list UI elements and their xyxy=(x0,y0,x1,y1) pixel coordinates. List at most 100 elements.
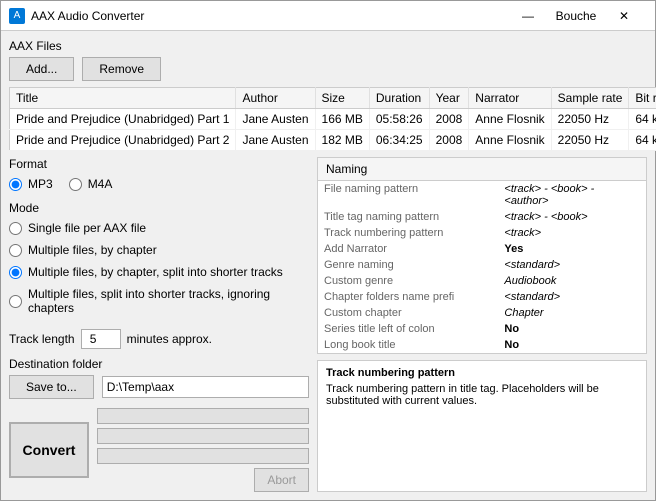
naming-field-value: <track> - <book> xyxy=(498,209,646,225)
naming-field-value: No xyxy=(498,321,646,337)
table-cell: 64 kb/s xyxy=(629,109,656,130)
remove-button[interactable]: Remove xyxy=(82,57,161,81)
naming-field-name: Series title left of colon xyxy=(318,321,498,337)
mode-label-2: Multiple files, by chapter, split into s… xyxy=(28,265,283,279)
naming-row: Chapter folders name prefi<standard> xyxy=(318,289,646,305)
destination-label: Destination folder xyxy=(9,357,309,371)
minimize-button[interactable]: — xyxy=(505,1,551,31)
table-cell: 2008 xyxy=(429,109,469,130)
progress-bar-1 xyxy=(97,408,309,424)
window-controls: — Bouche ✕ xyxy=(505,1,647,31)
track-length-section: Track length minutes approx. xyxy=(9,325,309,349)
format-m4a-radio[interactable] xyxy=(69,178,82,191)
naming-field-name: Chapter folders name prefi xyxy=(318,289,498,305)
naming-row: Title tag naming pattern<track> - <book> xyxy=(318,209,646,225)
table-row[interactable]: Pride and Prejudice (Unabridged) Part 1J… xyxy=(10,109,656,130)
naming-field-name: Custom genre xyxy=(318,273,498,289)
table-cell: 05:58:26 xyxy=(369,109,429,130)
destination-path-input[interactable] xyxy=(102,376,309,398)
track-length-label: Track length xyxy=(9,332,75,346)
col-author: Author xyxy=(236,88,315,109)
col-title: Title xyxy=(10,88,236,109)
aax-files-section: AAX Files Add... Remove Title Author Siz… xyxy=(9,39,647,151)
table-cell: Anne Flosnik xyxy=(469,130,551,151)
mode-by-chapter-split[interactable]: Multiple files, by chapter, split into s… xyxy=(9,265,309,279)
naming-row: Long book titleNo xyxy=(318,337,646,353)
format-radios: MP3 M4A xyxy=(9,175,309,193)
table-cell: 64 kb/s xyxy=(629,130,656,151)
naming-table: File naming pattern<track> - <book> - <a… xyxy=(318,181,646,353)
naming-row: Series title left of colonNo xyxy=(318,321,646,337)
naming-row: Genre naming<standard> xyxy=(318,257,646,273)
main-content: AAX Files Add... Remove Title Author Siz… xyxy=(1,31,655,500)
mode-label-3: Multiple files, split into shorter track… xyxy=(28,287,309,315)
mode-radio-1[interactable] xyxy=(9,244,22,257)
track-length-row: Track length minutes approx. xyxy=(9,329,309,349)
mode-label-0: Single file per AAX file xyxy=(28,221,146,235)
mode-single-file[interactable]: Single file per AAX file xyxy=(9,221,309,235)
save-to-button[interactable]: Save to... xyxy=(9,375,94,399)
naming-desc-text: Track numbering pattern in title tag. Pl… xyxy=(326,383,638,407)
format-m4a-label: M4A xyxy=(88,177,113,191)
naming-row: Track numbering pattern<track> xyxy=(318,225,646,241)
convert-button[interactable]: Convert xyxy=(9,422,89,478)
table-cell: Jane Austen xyxy=(236,130,315,151)
restore-button[interactable]: Bouche xyxy=(553,1,599,31)
format-mp3-label: MP3 xyxy=(28,177,53,191)
table-cell: Pride and Prejudice (Unabridged) Part 2 xyxy=(10,130,236,151)
mode-by-chapter[interactable]: Multiple files, by chapter xyxy=(9,243,309,257)
mode-label-1: Multiple files, by chapter xyxy=(28,243,157,257)
table-cell: 182 MB xyxy=(315,130,369,151)
naming-field-name: Add Narrator xyxy=(318,241,498,257)
format-mp3-option[interactable]: MP3 xyxy=(9,177,53,191)
naming-field-name: File naming pattern xyxy=(318,181,498,209)
table-cell: 06:34:25 xyxy=(369,130,429,151)
format-mp3-radio[interactable] xyxy=(9,178,22,191)
naming-description: Track numbering pattern Track numbering … xyxy=(317,360,647,492)
naming-field-name: Custom chapter xyxy=(318,305,498,321)
bottom-section: Format MP3 M4A Mode xyxy=(9,157,647,492)
mode-options: Single file per AAX file Multiple files,… xyxy=(9,219,309,317)
abort-button[interactable]: Abort xyxy=(254,468,309,492)
right-panel: Naming File naming pattern<track> - <boo… xyxy=(317,157,647,492)
table-cell: 166 MB xyxy=(315,109,369,130)
naming-field-value: <track> - <book> - <author> xyxy=(498,181,646,209)
table-cell: 22050 Hz xyxy=(551,109,629,130)
format-section: Format MP3 M4A xyxy=(9,157,309,193)
mode-radio-2[interactable] xyxy=(9,266,22,279)
col-sample-rate: Sample rate xyxy=(551,88,629,109)
main-window: A AAX Audio Converter — Bouche ✕ AAX Fil… xyxy=(0,0,656,501)
naming-row: Add NarratorYes xyxy=(318,241,646,257)
progress-bar-2 xyxy=(97,428,309,444)
naming-field-value: Chapter xyxy=(498,305,646,321)
naming-field-name: Track numbering pattern xyxy=(318,225,498,241)
table-cell: 2008 xyxy=(429,130,469,151)
naming-field-value: <track> xyxy=(498,225,646,241)
format-m4a-option[interactable]: M4A xyxy=(69,177,113,191)
naming-row: Custom genreAudiobook xyxy=(318,273,646,289)
table-cell: Anne Flosnik xyxy=(469,109,551,130)
naming-section: Naming File naming pattern<track> - <boo… xyxy=(317,157,647,354)
mode-radio-3[interactable] xyxy=(9,295,22,308)
col-narrator: Narrator xyxy=(469,88,551,109)
title-bar: A AAX Audio Converter — Bouche ✕ xyxy=(1,1,655,31)
file-buttons: Add... Remove xyxy=(9,57,647,81)
table-cell: Pride and Prejudice (Unabridged) Part 1 xyxy=(10,109,236,130)
col-year: Year xyxy=(429,88,469,109)
left-panel: Format MP3 M4A Mode xyxy=(9,157,309,492)
mode-split-ignore-chapters[interactable]: Multiple files, split into shorter track… xyxy=(9,287,309,315)
progress-section: Convert Abort xyxy=(9,408,309,492)
add-button[interactable]: Add... xyxy=(9,57,74,81)
naming-field-name: Long book title xyxy=(318,337,498,353)
naming-field-value: <standard> xyxy=(498,257,646,273)
mode-radio-0[interactable] xyxy=(9,222,22,235)
table-row[interactable]: Pride and Prejudice (Unabridged) Part 2J… xyxy=(10,130,656,151)
col-duration: Duration xyxy=(369,88,429,109)
app-icon: A xyxy=(9,8,25,24)
col-size: Size xyxy=(315,88,369,109)
aax-files-label: AAX Files xyxy=(9,39,647,53)
table-cell: Jane Austen xyxy=(236,109,315,130)
close-button[interactable]: ✕ xyxy=(601,1,647,31)
track-length-input[interactable] xyxy=(81,329,121,349)
naming-row: Custom chapterChapter xyxy=(318,305,646,321)
